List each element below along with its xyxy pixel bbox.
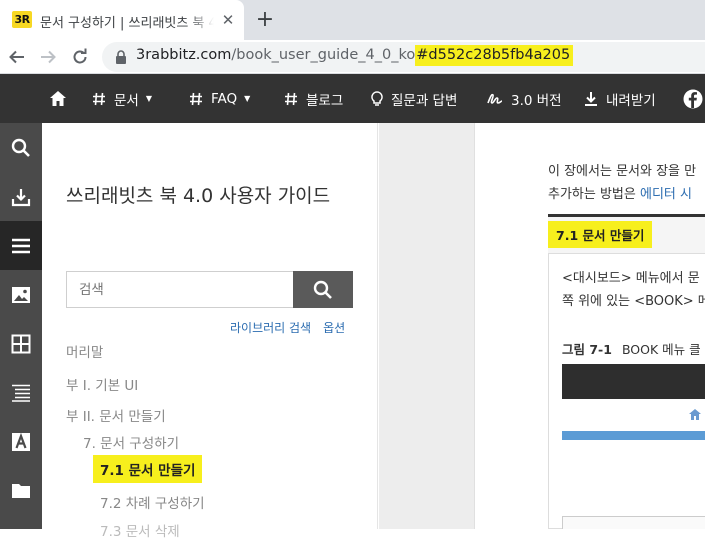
library-search-link[interactable]: 라이브러리 검색 bbox=[230, 321, 311, 335]
nav-download[interactable]: 내려받기 bbox=[584, 74, 656, 123]
toc-part2[interactable]: 부 II. 문서 만들기 bbox=[66, 405, 166, 425]
rail-font[interactable] bbox=[0, 417, 42, 466]
folder-icon bbox=[12, 484, 30, 498]
download-icon bbox=[584, 91, 598, 107]
intro-line-2-text: 추가하는 방법은 bbox=[548, 187, 640, 202]
nav-v3[interactable]: 3.0 버전 bbox=[487, 74, 562, 123]
rail-list[interactable] bbox=[0, 368, 42, 417]
site-nav: 문서 ▼ FAQ ▼ 블로그 질문과 답변 3.0 버전 내려받기 bbox=[0, 74, 705, 123]
page-gutter bbox=[379, 123, 474, 529]
rail-tables[interactable] bbox=[0, 319, 42, 368]
para-line-2: 쪽 위에 있는 <BOOK> 메 bbox=[562, 294, 705, 309]
figure-screenshot-bar bbox=[562, 364, 705, 399]
forward-button[interactable] bbox=[36, 45, 60, 69]
nav-qna[interactable]: 질문과 답변 bbox=[371, 74, 457, 123]
toc-section-7-3[interactable]: 7.3 문서 삭제 bbox=[100, 520, 180, 540]
search-icon bbox=[11, 138, 30, 157]
site-favicon: 3R bbox=[12, 11, 32, 28]
rail-download[interactable] bbox=[0, 172, 42, 221]
home-icon bbox=[689, 409, 701, 420]
rail-search[interactable] bbox=[0, 123, 42, 172]
nav-docs[interactable]: 문서 ▼ bbox=[92, 74, 152, 123]
new-tab-button[interactable]: + bbox=[254, 8, 276, 32]
rail-images[interactable] bbox=[0, 270, 42, 319]
tool-rail bbox=[0, 123, 42, 529]
url-hash: #d552c28b5fb4a205 bbox=[415, 45, 574, 66]
signature-icon bbox=[487, 92, 503, 106]
lightbulb-icon bbox=[371, 90, 383, 107]
list-icon bbox=[12, 384, 30, 402]
nav-v3-label: 3.0 버전 bbox=[511, 92, 562, 109]
reload-button[interactable] bbox=[68, 45, 92, 69]
nav-faq[interactable]: FAQ ▼ bbox=[189, 74, 250, 123]
nav-docs-label: 문서 bbox=[114, 92, 139, 109]
nav-faq-label: FAQ bbox=[211, 90, 238, 107]
download-icon bbox=[11, 188, 31, 206]
home-icon bbox=[50, 91, 66, 106]
reload-icon bbox=[73, 48, 87, 64]
toc-section-7-2[interactable]: 7.2 차례 구성하기 bbox=[100, 492, 205, 512]
tab-title: 문서 구성하기 | 쓰리래빗츠 북 4.0 사용자 가이드 bbox=[40, 16, 214, 31]
book-title: 쓰리래빗츠 북 4.0 사용자 가이드 bbox=[66, 185, 331, 207]
table-icon bbox=[11, 334, 31, 353]
hash-icon bbox=[284, 92, 298, 106]
nav-facebook[interactable] bbox=[683, 74, 703, 123]
search-links: 라이브러리 검색 옵션 bbox=[230, 319, 345, 336]
toc-part1[interactable]: 부 I. 기본 UI bbox=[66, 374, 138, 394]
url-host: 3rabbitz.com bbox=[136, 47, 232, 63]
facebook-icon bbox=[683, 89, 703, 108]
nav-qna-label: 질문과 답변 bbox=[391, 92, 458, 109]
caret-down-icon: ▼ bbox=[145, 94, 152, 103]
intro-line-1: 이 장에서는 문서와 장을 만 bbox=[548, 164, 697, 179]
nav-home[interactable] bbox=[49, 74, 67, 123]
editor-link[interactable]: 에디터 시 bbox=[640, 187, 692, 202]
back-button[interactable] bbox=[5, 45, 29, 69]
toc-section-7-1[interactable]: 7.1 문서 만들기 bbox=[93, 455, 203, 483]
toc-search-input[interactable] bbox=[66, 271, 294, 308]
browser-tabstrip: 3R 문서 구성하기 | 쓰리래빗츠 북 4.0 사용자 가이드 ✕ + bbox=[0, 0, 705, 40]
para-line-1: <대시보드> 메뉴에서 문 bbox=[562, 271, 700, 286]
rail-folder[interactable] bbox=[0, 466, 42, 515]
close-tab-icon[interactable]: ✕ bbox=[219, 11, 237, 29]
caret-down-icon: ▼ bbox=[244, 94, 251, 103]
nav-blog[interactable]: 블로그 bbox=[284, 74, 343, 123]
font-icon bbox=[12, 432, 30, 451]
browser-tab[interactable]: 3R 문서 구성하기 | 쓰리래빗츠 북 4.0 사용자 가이드 ✕ bbox=[0, 0, 244, 40]
rail-menu[interactable] bbox=[0, 221, 42, 270]
image-icon bbox=[12, 286, 30, 303]
url-path: /book_user_guide_4_0_ko bbox=[231, 47, 416, 63]
toc-chapter7[interactable]: 7. 문서 구성하기 bbox=[83, 432, 179, 452]
section-heading: 7.1 문서 만들기 bbox=[548, 221, 653, 248]
figure-caption: 그림 7-1 BOOK 메뉴 클 bbox=[562, 339, 701, 358]
hash-icon bbox=[92, 92, 106, 106]
menu-icon bbox=[12, 238, 30, 253]
intro-line-2: 추가하는 방법은 에디터 시 bbox=[548, 183, 692, 202]
toc-search-button[interactable] bbox=[293, 271, 353, 308]
nav-download-label: 내려받기 bbox=[606, 92, 656, 109]
figure-label: 그림 7-1 bbox=[562, 342, 612, 357]
arrow-left-icon bbox=[9, 50, 24, 64]
lock-icon bbox=[116, 50, 126, 64]
hash-icon bbox=[189, 92, 203, 106]
search-icon bbox=[313, 280, 332, 299]
figure-lower-frame bbox=[562, 516, 705, 529]
toc-preface[interactable]: 머리말 bbox=[66, 341, 103, 361]
url-text[interactable]: 3rabbitz.com/book_user_guide_4_0_ko#d552… bbox=[136, 45, 574, 66]
nav-blog-label: 블로그 bbox=[306, 92, 344, 109]
figure-caption-text: BOOK 메뉴 클 bbox=[621, 342, 701, 357]
arrow-right-icon bbox=[41, 50, 56, 64]
figure-blue-bar bbox=[562, 431, 705, 440]
search-options-link[interactable]: 옵션 bbox=[323, 321, 345, 335]
